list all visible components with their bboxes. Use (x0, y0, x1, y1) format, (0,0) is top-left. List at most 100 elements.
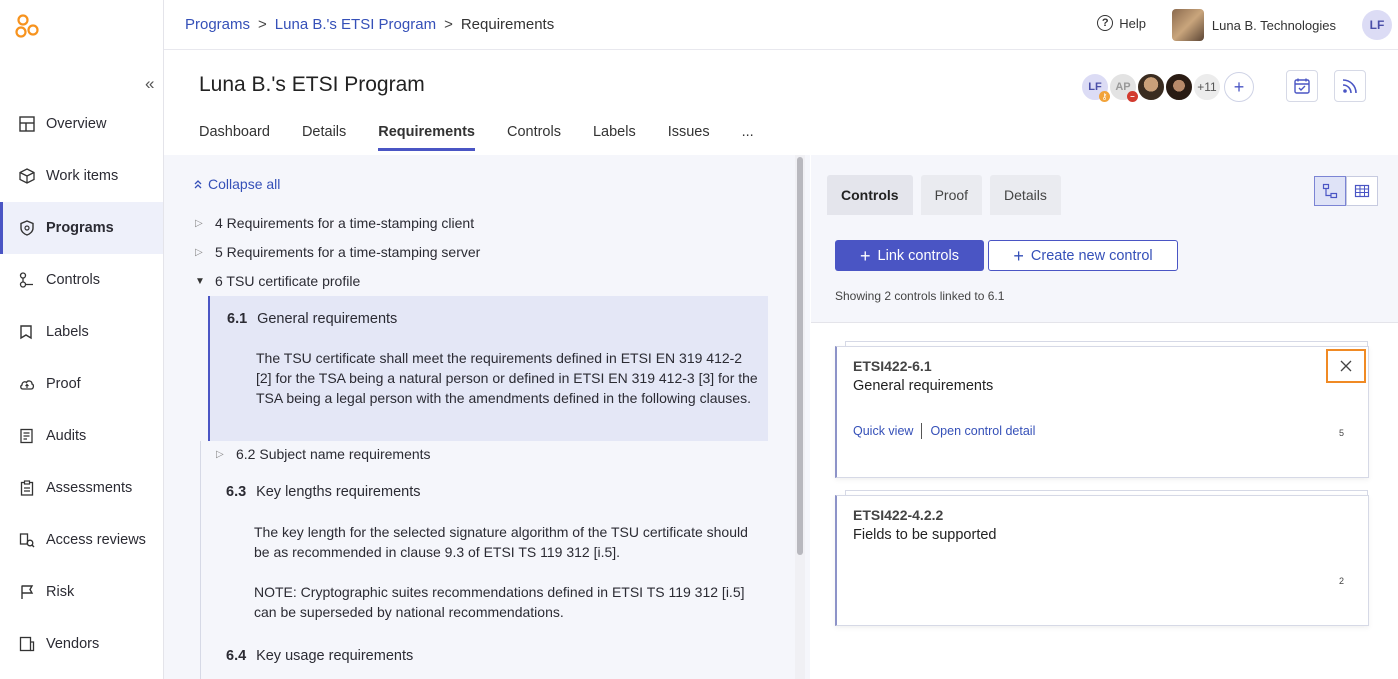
requirement-6-3[interactable]: 6.3 Key lengths requirements (226, 483, 420, 500)
sidebar-item-programs[interactable]: Programs (0, 202, 163, 254)
tree-row-req-4[interactable]: ▷ 4 Requirements for a time-stamping clie… (195, 215, 474, 231)
requirement-number: 6.3 (226, 484, 247, 500)
requirement-6-4[interactable]: 6.4 Key usage requirements (226, 647, 413, 664)
sidebar-item-label: Access reviews (46, 532, 146, 548)
requirement-text: The key length for the selected signatur… (254, 524, 748, 560)
tab-more[interactable]: ... (742, 124, 754, 151)
control-count: 5 (1338, 428, 1344, 438)
tree-row-req-6[interactable]: ▼ 6 TSU certificate profile (195, 273, 360, 289)
shield-icon (18, 219, 36, 237)
app-logo-icon[interactable] (14, 13, 42, 39)
tab-proof-panel[interactable]: Proof (920, 175, 983, 215)
view-toggle (1314, 176, 1378, 206)
caret-right-icon: ▷ (195, 217, 203, 229)
tree-scrollbar[interactable] (795, 155, 805, 679)
requirement-title: Key usage requirements (256, 648, 414, 664)
sidebar: « Overview Work items Programs Controls … (0, 0, 164, 679)
sidebar-item-proof[interactable]: Proof (0, 358, 163, 410)
help-link[interactable]: ? Help (1097, 15, 1146, 31)
tab-dashboard[interactable]: Dashboard (199, 124, 270, 151)
member-avatar[interactable] (1136, 72, 1166, 102)
calendar-check-button[interactable] (1286, 70, 1318, 102)
quick-view-link[interactable]: Quick view (853, 424, 913, 438)
tree-row-req-5[interactable]: ▷ 5 Requirements for a time-stamping serv… (195, 244, 480, 260)
audit-icon (18, 427, 36, 445)
control-card[interactable]: ETSI422-6.1 General requirements Quick v… (835, 341, 1369, 478)
rss-icon (1342, 79, 1357, 94)
collapse-all-button[interactable]: Collapse all (192, 176, 280, 192)
tab-labels[interactable]: Labels (593, 124, 636, 151)
sidebar-item-controls[interactable]: Controls (0, 254, 163, 306)
access-review-icon (18, 531, 36, 549)
link-controls-button[interactable]: + Link controls (835, 240, 984, 271)
top-bar: Programs > Luna B.'s ETSI Program > Requirem… (164, 0, 1398, 50)
box-icon (18, 167, 36, 185)
sidebar-item-overview[interactable]: Overview (0, 98, 163, 150)
sidebar-item-assessments[interactable]: Assessments (0, 462, 163, 514)
flag-icon (18, 583, 36, 601)
sidebar-item-labels[interactable]: Labels (0, 306, 163, 358)
clipboard-icon (18, 479, 36, 497)
calendar-check-icon (1294, 78, 1310, 94)
caret-right-icon: ▷ (216, 448, 224, 460)
tab-details-panel[interactable]: Details (990, 175, 1061, 215)
breadcrumb-program-link[interactable]: Luna B.'s ETSI Program (275, 16, 436, 33)
more-members-count[interactable]: +11 (1192, 72, 1222, 102)
org-name: Luna B. Technologies (1211, 17, 1336, 33)
open-control-detail-link[interactable]: Open control detail (930, 424, 1035, 438)
sidebar-item-audits[interactable]: Audits (0, 410, 163, 462)
breadcrumb: Programs > Luna B.'s ETSI Program > Requirem… (185, 16, 555, 33)
control-card[interactable]: ETSI422-4.2.2 Fields to be supported 2 (835, 490, 1369, 626)
controls-panel: Controls Proof Details + Link controls + C… (811, 155, 1398, 679)
sidebar-item-risk[interactable]: Risk (0, 566, 163, 618)
requirement-note: NOTE: Cryptographic suites recommendatio… (254, 584, 745, 620)
requirement-title: Key lengths requirements (256, 484, 421, 500)
page-title: Luna B.'s ETSI Program (199, 73, 425, 96)
sidebar-item-label: Programs (46, 220, 114, 236)
tab-controls-panel[interactable]: Controls (827, 175, 913, 215)
sidebar-item-label: Audits (46, 428, 87, 444)
member-avatar[interactable]: AP – (1108, 72, 1138, 102)
tree-view-button[interactable] (1314, 176, 1346, 206)
sidebar-item-vendors[interactable]: Vendors (0, 618, 163, 670)
tree-view-icon (1322, 183, 1338, 199)
breadcrumb-current: Requirements (460, 16, 555, 33)
sidebar-item-work-items[interactable]: Work items (0, 150, 163, 202)
table-view-icon (1354, 184, 1370, 198)
tab-requirements[interactable]: Requirements (378, 124, 475, 151)
sidebar-item-label: Assessments (46, 480, 133, 496)
sidebar-item-label: Work items (46, 168, 119, 184)
member-avatar[interactable]: LF ⚷ (1080, 72, 1110, 102)
scrollbar-thumb[interactable] (797, 157, 803, 555)
requirement-number: 6.1 (227, 311, 248, 327)
program-tabs: Dashboard Details Requirements Controls … (199, 124, 754, 151)
table-view-button[interactable] (1346, 176, 1378, 206)
sidebar-item-label: Overview (46, 116, 107, 132)
unlink-control-button[interactable] (1326, 349, 1366, 383)
collapse-sidebar-button[interactable]: « (145, 74, 154, 94)
tab-controls[interactable]: Controls (507, 124, 561, 151)
requirement-title: General requirements (257, 311, 398, 327)
control-name: General requirements (853, 378, 994, 394)
sidebar-item-access-reviews[interactable]: Access reviews (0, 514, 163, 566)
caret-right-icon: ▷ (195, 246, 203, 258)
requirement-6-1-selected[interactable]: 6.1 General requirements The TSU certifi… (208, 296, 768, 441)
tab-details[interactable]: Details (302, 124, 346, 151)
tab-issues[interactable]: Issues (668, 124, 710, 151)
controls-icon (18, 271, 36, 289)
tree-guide-line (200, 441, 201, 679)
create-new-control-button[interactable]: + Create new control (988, 240, 1178, 271)
question-icon: ? (1097, 15, 1114, 31)
tree-row-req-6-2[interactable]: ▷ 6.2 Subject name requirements (216, 446, 431, 462)
card-stack-edge (845, 490, 1368, 496)
divider (811, 322, 1398, 323)
linked-controls-count: Showing 2 controls linked to 6.1 (835, 289, 1005, 303)
card-stack-edge (845, 341, 1368, 347)
rss-feed-button[interactable] (1334, 70, 1366, 102)
member-avatar[interactable] (1164, 72, 1194, 102)
detail-tabs: Controls Proof Details (827, 175, 1061, 215)
breadcrumb-programs-link[interactable]: Programs (185, 16, 250, 33)
org-switcher[interactable]: Luna B. Technologies (1171, 9, 1336, 41)
add-member-button[interactable]: + (1224, 72, 1254, 102)
user-avatar[interactable]: LF (1362, 10, 1392, 40)
